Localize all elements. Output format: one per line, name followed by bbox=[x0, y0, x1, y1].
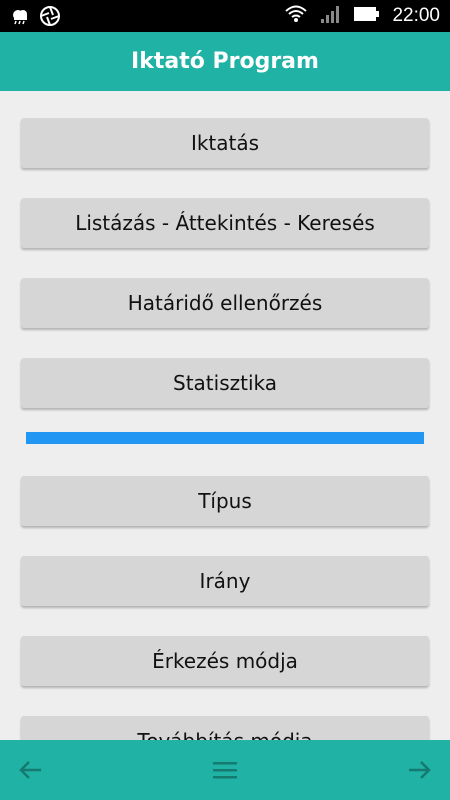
listazas-button[interactable]: Listázás - Áttekintés - Keresés bbox=[21, 198, 429, 248]
menu-icon[interactable] bbox=[195, 740, 255, 800]
statisztika-button[interactable]: Statisztika bbox=[21, 358, 429, 408]
weather-icon bbox=[10, 7, 30, 29]
aperture-icon bbox=[40, 6, 60, 30]
status-time: 22:00 bbox=[392, 5, 440, 26]
iktatas-button[interactable]: Iktatás bbox=[21, 118, 429, 168]
battery-icon bbox=[354, 6, 380, 26]
status-icons-left bbox=[10, 6, 60, 30]
section-divider bbox=[26, 432, 424, 444]
tipus-button[interactable]: Típus bbox=[21, 476, 429, 526]
menu-list[interactable]: Iktatás Listázás - Áttekintés - Keresés … bbox=[0, 91, 450, 740]
bottom-nav bbox=[0, 740, 450, 800]
forward-arrow-icon[interactable] bbox=[390, 740, 450, 800]
signal-icon bbox=[320, 4, 342, 28]
app-bar: Iktató Program bbox=[0, 32, 450, 91]
hatarido-button[interactable]: Határidő ellenőrzés bbox=[21, 278, 429, 328]
irany-button[interactable]: Irány bbox=[21, 556, 429, 606]
wifi-icon bbox=[284, 4, 308, 28]
app-title: Iktató Program bbox=[131, 49, 319, 74]
back-arrow-icon[interactable] bbox=[0, 740, 60, 800]
tovabbitas-button[interactable]: Továbbítás módja bbox=[21, 716, 429, 740]
erkezes-button[interactable]: Érkezés módja bbox=[21, 636, 429, 686]
status-bar: 22:00 bbox=[0, 0, 450, 32]
status-icons-right: 22:00 bbox=[284, 4, 440, 28]
